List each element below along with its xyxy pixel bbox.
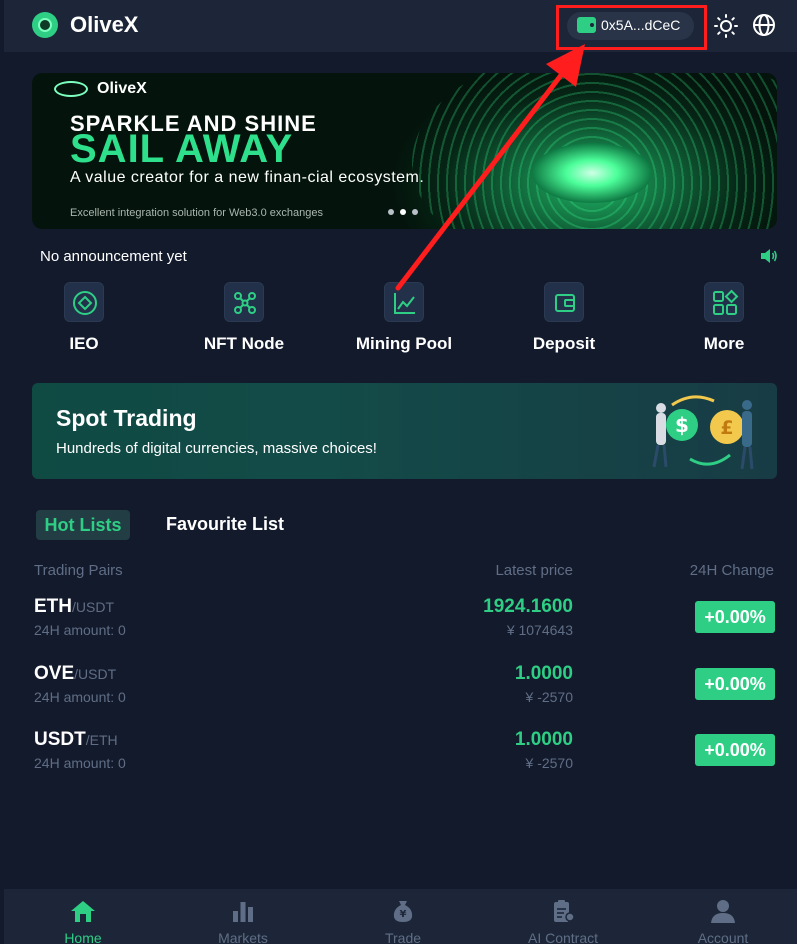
nav-label: Markets (218, 930, 268, 944)
network-node-icon (224, 282, 264, 322)
quick-nav-deposit[interactable]: Deposit (509, 282, 619, 354)
quick-nav-label: More (703, 334, 745, 353)
banner-headline-accent: SAIL AWAY (70, 127, 294, 171)
app-root: OliveX 0x5A...dCeC OliveX SPARKLE AND SH… (4, 0, 797, 944)
pair-base: ETH (34, 596, 72, 617)
pair-cny-price: ¥ -2570 (525, 755, 573, 771)
nav-trade[interactable]: ¥ Trade (324, 889, 482, 944)
spot-trading-title: Spot Trading (56, 405, 197, 431)
grid-icon (704, 282, 744, 322)
promo-banner[interactable]: OliveX SPARKLE AND SHINE SAIL AWAY A val… (32, 73, 777, 229)
pair-name: USDT/ETH (34, 729, 118, 751)
contract-icon (554, 900, 575, 922)
banner-logo-text: OliveX (97, 80, 147, 97)
pair-quote: /USDT (74, 666, 117, 682)
pair-cny-price: ¥ -2570 (525, 689, 573, 705)
nav-account[interactable]: Account (644, 889, 797, 944)
chart-trend-icon (384, 282, 424, 322)
nav-label: AI Contract (527, 930, 599, 944)
nav-ai-contract[interactable]: AI Contract (484, 889, 642, 944)
nav-label: Account (697, 930, 749, 944)
quick-nav-nft-node[interactable]: NFT Node (189, 282, 299, 354)
column-header-price: Latest price (495, 562, 573, 579)
quick-nav-more[interactable]: More (669, 282, 779, 354)
nav-markets[interactable]: Markets (164, 889, 322, 944)
pair-24h-amount: 24H amount: 0 (34, 689, 126, 705)
pair-name: ETH/USDT (34, 596, 114, 618)
banner-dot[interactable] (388, 209, 394, 215)
home-icon (71, 901, 95, 922)
pair-base: USDT (34, 729, 86, 750)
sun-icon[interactable] (714, 14, 738, 38)
table-row[interactable]: OVE/USDT 24H amount: 0 1.0000 ¥ -2570 +0… (4, 663, 797, 729)
pair-24h-amount: 24H amount: 0 (34, 622, 126, 638)
wallet-icon (544, 282, 584, 322)
diamond-icon (64, 282, 104, 322)
pair-24h-amount: 24H amount: 0 (34, 755, 126, 771)
pair-change-badge: +0.00% (695, 734, 775, 766)
pair-quote: /ETH (85, 732, 118, 748)
pair-cny-price: ¥ 1074643 (506, 622, 573, 638)
table-row[interactable]: ETH/USDT 24H amount: 0 1924.1600 ¥ 10746… (4, 596, 797, 662)
quick-nav-label: IEO (69, 334, 99, 353)
globe-icon[interactable] (752, 13, 776, 37)
bar-chart-icon (233, 902, 253, 922)
quick-nav-label: NFT Node (203, 334, 285, 353)
tab-hot-lists[interactable]: Hot Lists (36, 510, 130, 540)
money-bag-icon: ¥ (393, 901, 413, 922)
bottom-navigation: Home Markets ¥ Trade AI Contract Account (4, 889, 797, 944)
tab-favourite-list[interactable]: Favourite List (166, 514, 284, 535)
announcement-text[interactable]: No announcement yet (40, 248, 187, 265)
quick-nav-label: Deposit (532, 334, 596, 353)
pair-change-badge: +0.00% (695, 601, 775, 633)
table-row[interactable]: USDT/ETH 24H amount: 0 1.0000 ¥ -2570 +0… (4, 729, 797, 795)
speaker-icon[interactable] (760, 248, 778, 264)
quick-nav-ieo[interactable]: IEO (29, 282, 139, 354)
pair-price: 1.0000 (514, 729, 573, 750)
column-header-change: 24H Change (689, 562, 774, 579)
svg-text:¥: ¥ (400, 909, 407, 920)
user-icon (711, 900, 735, 923)
nav-home[interactable]: Home (4, 889, 162, 944)
quick-nav-mining-pool[interactable]: Mining Pool (349, 282, 459, 354)
brand-name[interactable]: OliveX (70, 12, 138, 38)
currency-exchange-illustration: $ £ (652, 395, 754, 470)
svg-text:$: $ (675, 413, 689, 437)
banner-dot-active[interactable] (400, 209, 406, 215)
banner-subtitle: A value creator for a new finan-cial eco… (70, 169, 425, 186)
spot-trading-subtitle: Hundreds of digital currencies, massive … (56, 440, 377, 457)
banner-dot[interactable] (412, 209, 418, 215)
banner-small-text: Excellent integration solution for Web3.… (70, 207, 323, 219)
pair-base: OVE (34, 663, 75, 684)
pair-price: 1.0000 (514, 663, 573, 684)
nav-label: Trade (384, 930, 422, 944)
svg-text:£: £ (720, 417, 733, 439)
spot-trading-card[interactable]: Spot Trading Hundreds of digital currenc… (32, 383, 777, 479)
banner-logo-icon (54, 81, 88, 97)
quick-nav-label: Mining Pool (355, 334, 453, 353)
highlight-box (556, 5, 707, 50)
banner-orb (532, 143, 652, 203)
top-header: OliveX 0x5A...dCeC (4, 0, 797, 52)
column-header-pairs: Trading Pairs (34, 562, 123, 579)
pair-quote: /USDT (72, 599, 114, 615)
olivex-logo-icon[interactable] (32, 12, 58, 38)
pair-price: 1924.1600 (483, 596, 573, 617)
nav-label: Home (64, 930, 102, 944)
pair-change-badge: +0.00% (695, 668, 775, 700)
pair-name: OVE/USDT (34, 663, 116, 685)
